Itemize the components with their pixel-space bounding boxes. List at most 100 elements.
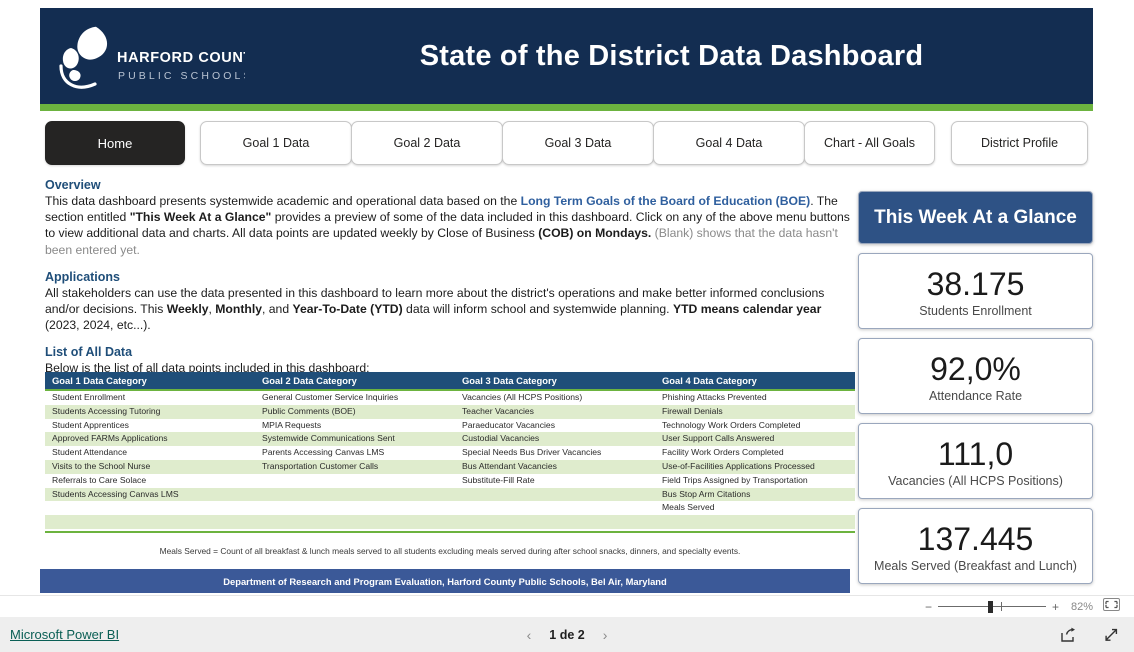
zoom-slider-handle[interactable] xyxy=(987,600,993,613)
nav-button-label: Home xyxy=(97,135,133,151)
report-footer-bar: Department of Research and Program Evalu… xyxy=(40,569,850,593)
nav-button-label: Goal 3 Data xyxy=(544,136,612,150)
cob-mondays-label: (COB) on Mondays. xyxy=(538,226,652,241)
table-cell-empty xyxy=(45,501,255,515)
meals-served-note: Meals Served = Count of all breakfast & … xyxy=(159,546,741,556)
table-cell: Visits to the School Nurse xyxy=(45,459,255,474)
nav-button-goal-3-data[interactable]: Goal 3 Data xyxy=(502,121,654,165)
table-cell: Students Accessing Canvas LMS xyxy=(45,487,255,502)
table-cell-empty xyxy=(455,487,655,502)
table-cell: Teacher Vacancies xyxy=(455,404,655,419)
chevron-left-icon[interactable]: ‹ xyxy=(527,627,532,643)
kpi-card[interactable]: 111,0 Vacancies (All HCPS Positions) xyxy=(858,423,1093,499)
table-column: Phishing Attacks Prevented Firewall Denia… xyxy=(655,391,855,529)
nav-button-label: Goal 4 Data xyxy=(695,136,763,150)
microsoft-power-bi-link[interactable]: Microsoft Power BI xyxy=(10,627,119,642)
table-cell: Substitute-Fill Rate xyxy=(462,474,535,485)
hcps-logo: HARFORD COUNTY PUBLIC SCHOOLS xyxy=(55,22,245,94)
banner-accent-bar xyxy=(40,104,1093,111)
table-column: General Customer Service Inquiries Public… xyxy=(255,391,455,529)
table-cell: Firewall Denials xyxy=(655,404,855,419)
table-cell: General Customer Service Inquiries xyxy=(262,392,399,402)
nav-button-goal-2-data[interactable]: Goal 2 Data xyxy=(351,121,503,165)
table-cell-empty xyxy=(455,515,655,529)
table-cell: Student Apprentices xyxy=(52,419,129,430)
kpi-label: Students Enrollment xyxy=(919,303,1032,318)
zoom-percentage-label: 82% xyxy=(1070,600,1093,613)
table-cell-empty xyxy=(255,501,455,515)
kpi-value: 111,0 xyxy=(937,435,1014,472)
nav-button-label: Goal 2 Data xyxy=(393,136,461,150)
zoom-slider[interactable] xyxy=(937,600,1046,614)
nav-button-label: Chart - All Goals xyxy=(823,136,915,150)
table-cell: Public Comments (BOE) xyxy=(255,404,455,419)
ytd-label: Year-To-Date (YTD) xyxy=(292,302,403,317)
applications-text-e: (2023, 2024, etc...). xyxy=(45,318,151,333)
overview-heading: Overview xyxy=(45,178,101,192)
report-header-banner: HARFORD COUNTY PUBLIC SCHOOLS State of t… xyxy=(40,8,1093,104)
ytd-meaning-label: YTD means calendar year xyxy=(672,302,822,317)
applications-paragraph: All stakeholders can use the data presen… xyxy=(45,285,855,334)
table-cell: Bus Attendant Vacancies xyxy=(455,459,655,474)
zoom-in-button[interactable]: + xyxy=(1046,600,1065,614)
table-cell: Phishing Attacks Prevented xyxy=(662,392,767,402)
table-cell: Field Trips Assigned by Transportation xyxy=(662,474,808,485)
table-column-header: Goal 3 Data Category xyxy=(462,375,557,386)
kpi-value: 38.175 xyxy=(926,265,1025,302)
table-cell: Student Enrollment xyxy=(52,392,126,402)
table-column: Vacancies (All HCPS Positions) Teacher Va… xyxy=(455,391,655,529)
table-cell-empty xyxy=(255,487,455,502)
table-cell-empty xyxy=(455,501,655,515)
logo-line2-text: PUBLIC SCHOOLS xyxy=(118,70,245,82)
kpi-value: 92,0% xyxy=(930,350,1021,387)
this-week-at-a-glance-panel: This Week At a Glance 38.175 Students Enr… xyxy=(858,191,1093,584)
kpi-card[interactable]: 92,0% Attendance Rate xyxy=(858,338,1093,414)
zoom-out-button[interactable]: − xyxy=(919,600,938,614)
list-of-all-data-heading: List of All Data xyxy=(45,345,133,360)
boe-goals-link[interactable]: Long Term Goals of the Board of Educatio… xyxy=(521,194,811,208)
data-categories-table: Goal 1 Data Category Goal 2 Data Category… xyxy=(45,372,855,533)
nav-button-goal-4-data[interactable]: Goal 4 Data xyxy=(653,121,805,165)
nav-button-chart-all-goals[interactable]: Chart - All Goals xyxy=(804,121,935,165)
nav-button-bar: Home Goal 1 Data Goal 2 Data Goal 3 Data Goa… xyxy=(40,121,1093,165)
page-indicator-label: 1 de 2 xyxy=(549,627,585,642)
logo-line1-text: HARFORD COUNTY xyxy=(117,50,245,66)
table-cell: Transportation Customer Calls xyxy=(255,459,455,474)
table-cell: User Support Calls Answered xyxy=(655,432,855,447)
fit-to-page-icon[interactable] xyxy=(1103,597,1120,616)
share-icon[interactable] xyxy=(1060,627,1077,643)
table-cell: Student Attendance xyxy=(52,447,128,458)
nav-button-label: District Profile xyxy=(980,136,1059,150)
table-cell: Students Accessing Tutoring xyxy=(45,404,255,419)
applications-text-c: , and xyxy=(262,302,293,317)
nav-button-goal-1-data[interactable]: Goal 1 Data xyxy=(200,121,352,165)
report-text-content: Overview This data dashboard presents sy… xyxy=(45,178,855,377)
nav-button-home[interactable]: Home xyxy=(45,121,185,165)
fullscreen-icon[interactable] xyxy=(1103,627,1120,643)
applications-heading: Applications xyxy=(45,269,121,284)
glance-panel-title: This Week At a Glance xyxy=(858,191,1093,244)
kpi-card[interactable]: 38.175 Students Enrollment xyxy=(858,253,1093,329)
table-cell-empty xyxy=(255,474,455,488)
table-cell: Parents Accessing Canvas LMS xyxy=(262,447,385,458)
applications-text-d: data will inform school and systemwide p… xyxy=(402,302,673,317)
table-cell: Approved FARMs Applications xyxy=(45,432,255,447)
table-footer-accent xyxy=(45,530,855,533)
chevron-right-icon[interactable]: › xyxy=(603,627,608,643)
table-cell-empty xyxy=(655,515,855,529)
status-bar: Microsoft Power BI ‹ 1 de 2 › xyxy=(0,617,1134,652)
table-cell: Meals Served xyxy=(662,502,715,513)
table-cell-empty xyxy=(255,515,455,529)
table-cell: Bus Stop Arm Citations xyxy=(655,487,855,502)
page-navigator: ‹ 1 de 2 › xyxy=(477,627,657,643)
table-column-header: Goal 2 Data Category xyxy=(262,375,357,386)
table-column-header: Goal 1 Data Category xyxy=(52,375,147,386)
kpi-card[interactable]: 137.445 Meals Served (Breakfast and Lunch… xyxy=(858,508,1093,584)
nav-button-district-profile[interactable]: District Profile xyxy=(951,121,1088,165)
table-cell: MPIA Requests xyxy=(262,419,322,430)
table-cell: Facility Work Orders Completed xyxy=(662,447,784,458)
table-column-header: Goal 4 Data Category xyxy=(662,375,757,386)
zoom-toolbar: − + 82% xyxy=(0,595,1134,617)
table-cell: Special Needs Bus Driver Vacancies xyxy=(462,447,602,458)
table-cell: Referrals to Care Solace xyxy=(52,474,147,485)
